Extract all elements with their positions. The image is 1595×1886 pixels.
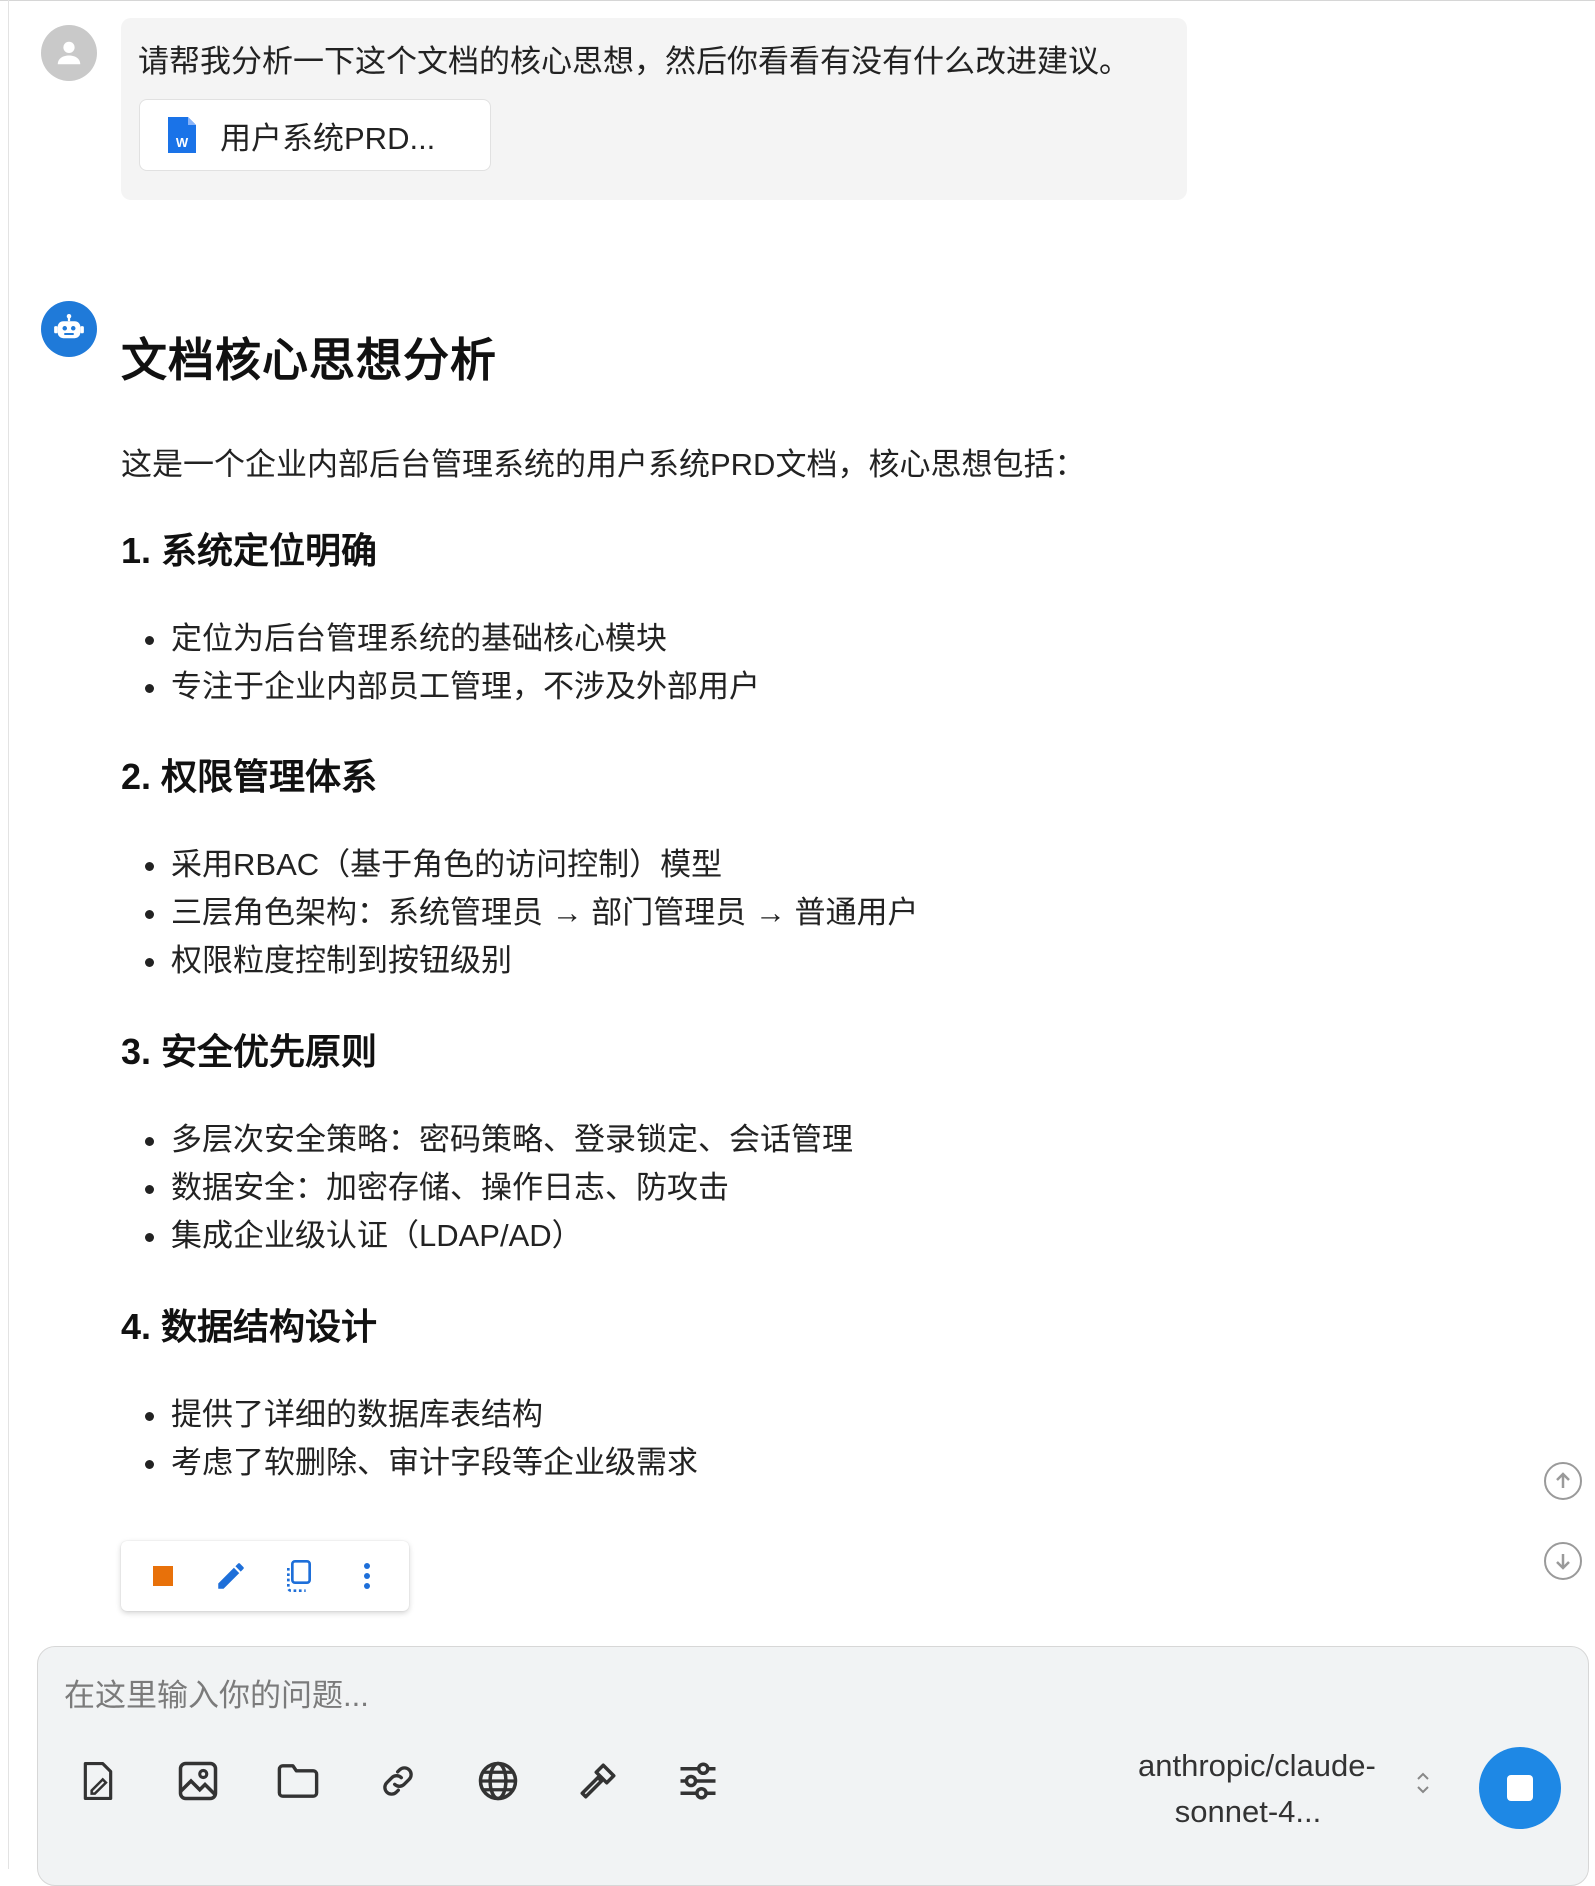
scroll-up-button[interactable] bbox=[1544, 1462, 1582, 1500]
scroll-down-button[interactable] bbox=[1544, 1542, 1582, 1580]
more-vertical-icon bbox=[364, 1563, 370, 1589]
list-item: 多层次安全策略：密码策略、登录锁定、会话管理 bbox=[121, 1116, 853, 1164]
tools-button[interactable] bbox=[572, 1755, 624, 1807]
user-avatar bbox=[41, 25, 97, 81]
model-name-line2: sonnet-4... bbox=[1174, 1794, 1322, 1829]
settings-button[interactable] bbox=[672, 1755, 724, 1807]
answer-intro: 这是一个企业内部后台管理系统的用户系统PRD文档，核心思想包括： bbox=[121, 447, 1086, 482]
window-top-border bbox=[0, 0, 1595, 1]
list-item: 提供了详细的数据库表结构 bbox=[121, 1391, 698, 1439]
link-icon bbox=[383, 1766, 413, 1796]
window-left-border bbox=[8, 0, 9, 1869]
stop-square-icon bbox=[153, 1566, 173, 1586]
edit-button[interactable] bbox=[209, 1554, 253, 1598]
model-selector[interactable]: anthropic/claude- sonnet-4... bbox=[1138, 1743, 1376, 1835]
model-name-line1: anthropic/claude- bbox=[1138, 1748, 1376, 1783]
list-item: 三层角色架构：系统管理员 → 部门管理员 → 普通用户 bbox=[121, 889, 918, 937]
section-heading: 4. 数据结构设计 bbox=[121, 1306, 378, 1347]
copy-icon bbox=[287, 1560, 311, 1592]
message-action-bar bbox=[121, 1541, 409, 1611]
list-item: 数据安全：加密存储、操作日志、防攻击 bbox=[121, 1164, 853, 1212]
web-search-button[interactable] bbox=[472, 1755, 524, 1807]
section-2: 2. 权限管理体系 采用RBAC（基于角色的访问控制）模型 三层角色架构：系统管… bbox=[121, 753, 918, 978]
scroll-down-icon bbox=[1556, 1554, 1570, 1570]
folder-button[interactable] bbox=[272, 1755, 324, 1807]
attachment-name: 用户系统PRD... bbox=[220, 120, 436, 156]
bullet-list: 提供了详细的数据库表结构 考虑了软删除、审计字段等企业级需求 bbox=[121, 1391, 698, 1487]
upload-image-button[interactable] bbox=[172, 1755, 224, 1807]
question-input[interactable] bbox=[62, 1673, 1266, 1719]
copy-button[interactable] bbox=[277, 1554, 321, 1598]
assistant-avatar bbox=[41, 301, 97, 357]
svg-text:W: W bbox=[176, 135, 189, 150]
stop-button[interactable] bbox=[141, 1554, 185, 1598]
robot-icon bbox=[54, 313, 84, 339]
bullet-list: 定位为后台管理系统的基础核心模块 专注于企业内部员工管理，不涉及外部用户 bbox=[121, 615, 760, 711]
list-item: 权限粒度控制到按钮级别 bbox=[121, 937, 918, 985]
list-item: 定位为后台管理系统的基础核心模块 bbox=[121, 615, 760, 663]
person-icon bbox=[57, 41, 81, 65]
attach-document-button[interactable] bbox=[72, 1755, 124, 1807]
attachment-chip[interactable]: W 用户系统PRD... bbox=[139, 99, 491, 171]
section-heading: 2. 权限管理体系 bbox=[121, 756, 378, 797]
section-3: 3. 安全优先原则 多层次安全策略：密码策略、登录锁定、会话管理 数据安全：加密… bbox=[121, 1028, 853, 1253]
image-icon bbox=[178, 1761, 218, 1801]
section-1: 1. 系统定位明确 定位为后台管理系统的基础核心模块 专注于企业内部员工管理，不… bbox=[121, 527, 760, 704]
attach-document-icon bbox=[83, 1762, 113, 1800]
message-composer: anthropic/claude- sonnet-4... bbox=[37, 1646, 1589, 1886]
folder-icon bbox=[277, 1764, 319, 1798]
globe-icon bbox=[478, 1761, 518, 1801]
stop-generation-button[interactable] bbox=[1479, 1747, 1561, 1829]
model-dropdown-toggle[interactable] bbox=[1408, 1763, 1438, 1803]
more-options-button[interactable] bbox=[345, 1554, 389, 1598]
section-4: 4. 数据结构设计 提供了详细的数据库表结构 考虑了软删除、审计字段等企业级需求 bbox=[121, 1303, 698, 1480]
stop-icon bbox=[1507, 1775, 1533, 1801]
list-item: 专注于企业内部员工管理，不涉及外部用户 bbox=[121, 663, 760, 711]
scroll-up-icon bbox=[1556, 1472, 1570, 1488]
bullet-list: 多层次安全策略：密码策略、登录锁定、会话管理 数据安全：加密存储、操作日志、防攻… bbox=[121, 1116, 853, 1260]
answer-title: 文档核心思想分析 bbox=[121, 334, 497, 386]
list-item: 考虑了软删除、审计字段等企业级需求 bbox=[121, 1439, 698, 1487]
user-message-bubble: 请帮我分析一下这个文档的核心思想，然后你看看有没有什么改进建议。 W 用户系统P… bbox=[121, 18, 1187, 200]
bullet-list: 采用RBAC（基于角色的访问控制）模型 三层角色架构：系统管理员 → 部门管理员… bbox=[121, 841, 918, 985]
edit-pencil-icon bbox=[218, 1563, 244, 1589]
section-heading: 3. 安全优先原则 bbox=[121, 1031, 378, 1072]
hammer-icon bbox=[580, 1763, 616, 1799]
word-document-icon: W bbox=[168, 117, 196, 153]
list-item: 采用RBAC（基于角色的访问控制）模型 bbox=[121, 841, 918, 889]
section-heading: 1. 系统定位明确 bbox=[121, 530, 378, 571]
chevron-up-down-icon bbox=[1417, 1772, 1429, 1794]
assistant-answer: 文档核心思想分析 这是一个企业内部后台管理系统的用户系统PRD文档，核心思想包括… bbox=[121, 327, 1421, 1480]
user-message-text: 请帮我分析一下这个文档的核心思想，然后你看看有没有什么改进建议。 bbox=[138, 44, 1130, 79]
list-item: 集成企业级认证（LDAP/AD） bbox=[121, 1212, 853, 1260]
settings-sliders-icon bbox=[680, 1762, 716, 1800]
link-button[interactable] bbox=[372, 1755, 424, 1807]
